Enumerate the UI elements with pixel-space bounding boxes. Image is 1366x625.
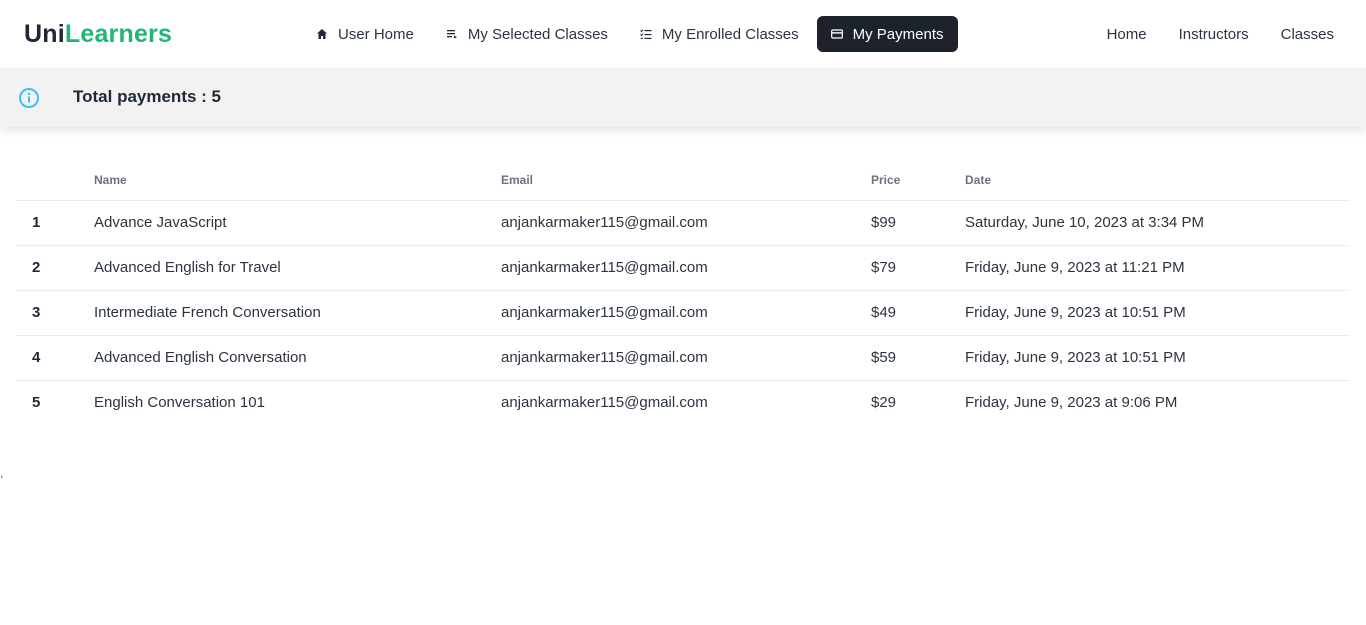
class-name-cell: Intermediate French Conversation [94,289,501,335]
email-cell: anjankarmaker115@gmail.com [501,199,871,245]
table-row: 5 English Conversation 101 anjankarmaker… [16,379,1350,425]
email-cell: anjankarmaker115@gmail.com [501,334,871,380]
home-icon [316,28,328,40]
dashboard-tabs: User Home My Selected Classes My Enrolle… [302,16,958,52]
top-navbar: UniLearners User Home My Selected Classe… [0,0,1366,68]
date-cell: Friday, June 9, 2023 at 9:06 PM [965,379,1350,425]
row-index: 5 [16,379,94,425]
date-cell: Friday, June 9, 2023 at 10:51 PM [965,334,1350,380]
tab-my-enrolled-classes[interactable]: My Enrolled Classes [626,16,813,52]
column-header-price: Price [871,172,901,187]
table-row: 2 Advanced English for Travel anjankarma… [16,244,1350,290]
card-icon [830,28,843,40]
table-row: 1 Advance JavaScript anjankarmaker115@gm… [16,199,1350,245]
date-cell: Saturday, June 10, 2023 at 3:34 PM [965,199,1350,245]
price-cell: $29 [871,379,965,425]
table-row: 3 Intermediate French Conversation anjan… [16,289,1350,335]
brand-logo-part1: Uni [24,20,65,48]
tab-label: User Home [338,25,414,43]
brand-logo-part2: Learners [64,20,173,48]
main-nav: Home Instructors Classes [1091,16,1350,52]
row-index: 2 [16,244,94,290]
tab-label: My Selected Classes [467,25,608,43]
nav-link-classes[interactable]: Classes [1265,16,1350,52]
column-header-email: Email [501,172,534,187]
stray-comma-text: , [0,466,4,480]
nav-link-instructors[interactable]: Instructors [1163,16,1265,52]
class-name-cell: Advanced English Conversation [94,334,501,380]
nav-link-home[interactable]: Home [1091,16,1163,52]
payments-summary-alert: Total payments : 5 [0,68,1366,127]
email-cell: anjankarmaker115@gmail.com [501,379,871,425]
price-cell: $59 [871,334,965,380]
class-name-cell: Advanced English for Travel [94,244,501,290]
tab-user-home[interactable]: User Home [302,16,428,52]
price-cell: $49 [871,289,965,335]
checklist-icon [640,28,652,40]
tab-label: My Enrolled Classes [661,25,799,43]
column-header-name: Name [94,172,127,187]
email-cell: anjankarmaker115@gmail.com [501,289,871,335]
payments-table: Name Email Price Date 1 Advance JavaScri… [16,160,1350,425]
info-icon [18,87,40,109]
price-cell: $79 [871,244,965,290]
class-name-cell: Advance JavaScript [94,199,501,245]
email-cell: anjankarmaker115@gmail.com [501,244,871,290]
class-name-cell: English Conversation 101 [94,379,501,425]
total-payments-text: Total payments : 5 [73,87,221,106]
tab-my-payments[interactable]: My Payments [816,16,958,52]
table-header-row: Name Email Price Date [16,160,1350,200]
list-icon [446,28,458,40]
tab-my-selected-classes[interactable]: My Selected Classes [432,16,622,52]
date-cell: Friday, June 9, 2023 at 11:21 PM [965,244,1350,290]
row-index: 3 [16,289,94,335]
column-header-date: Date [965,172,992,187]
table-row: 4 Advanced English Conversation anjankar… [16,334,1350,380]
price-cell: $99 [871,199,965,245]
row-index: 4 [16,334,94,380]
row-index: 1 [16,199,94,245]
brand-logo[interactable]: UniLearners [24,18,172,50]
column-header-index [16,160,94,200]
tab-label: My Payments [852,25,944,43]
date-cell: Friday, June 9, 2023 at 10:51 PM [965,289,1350,335]
